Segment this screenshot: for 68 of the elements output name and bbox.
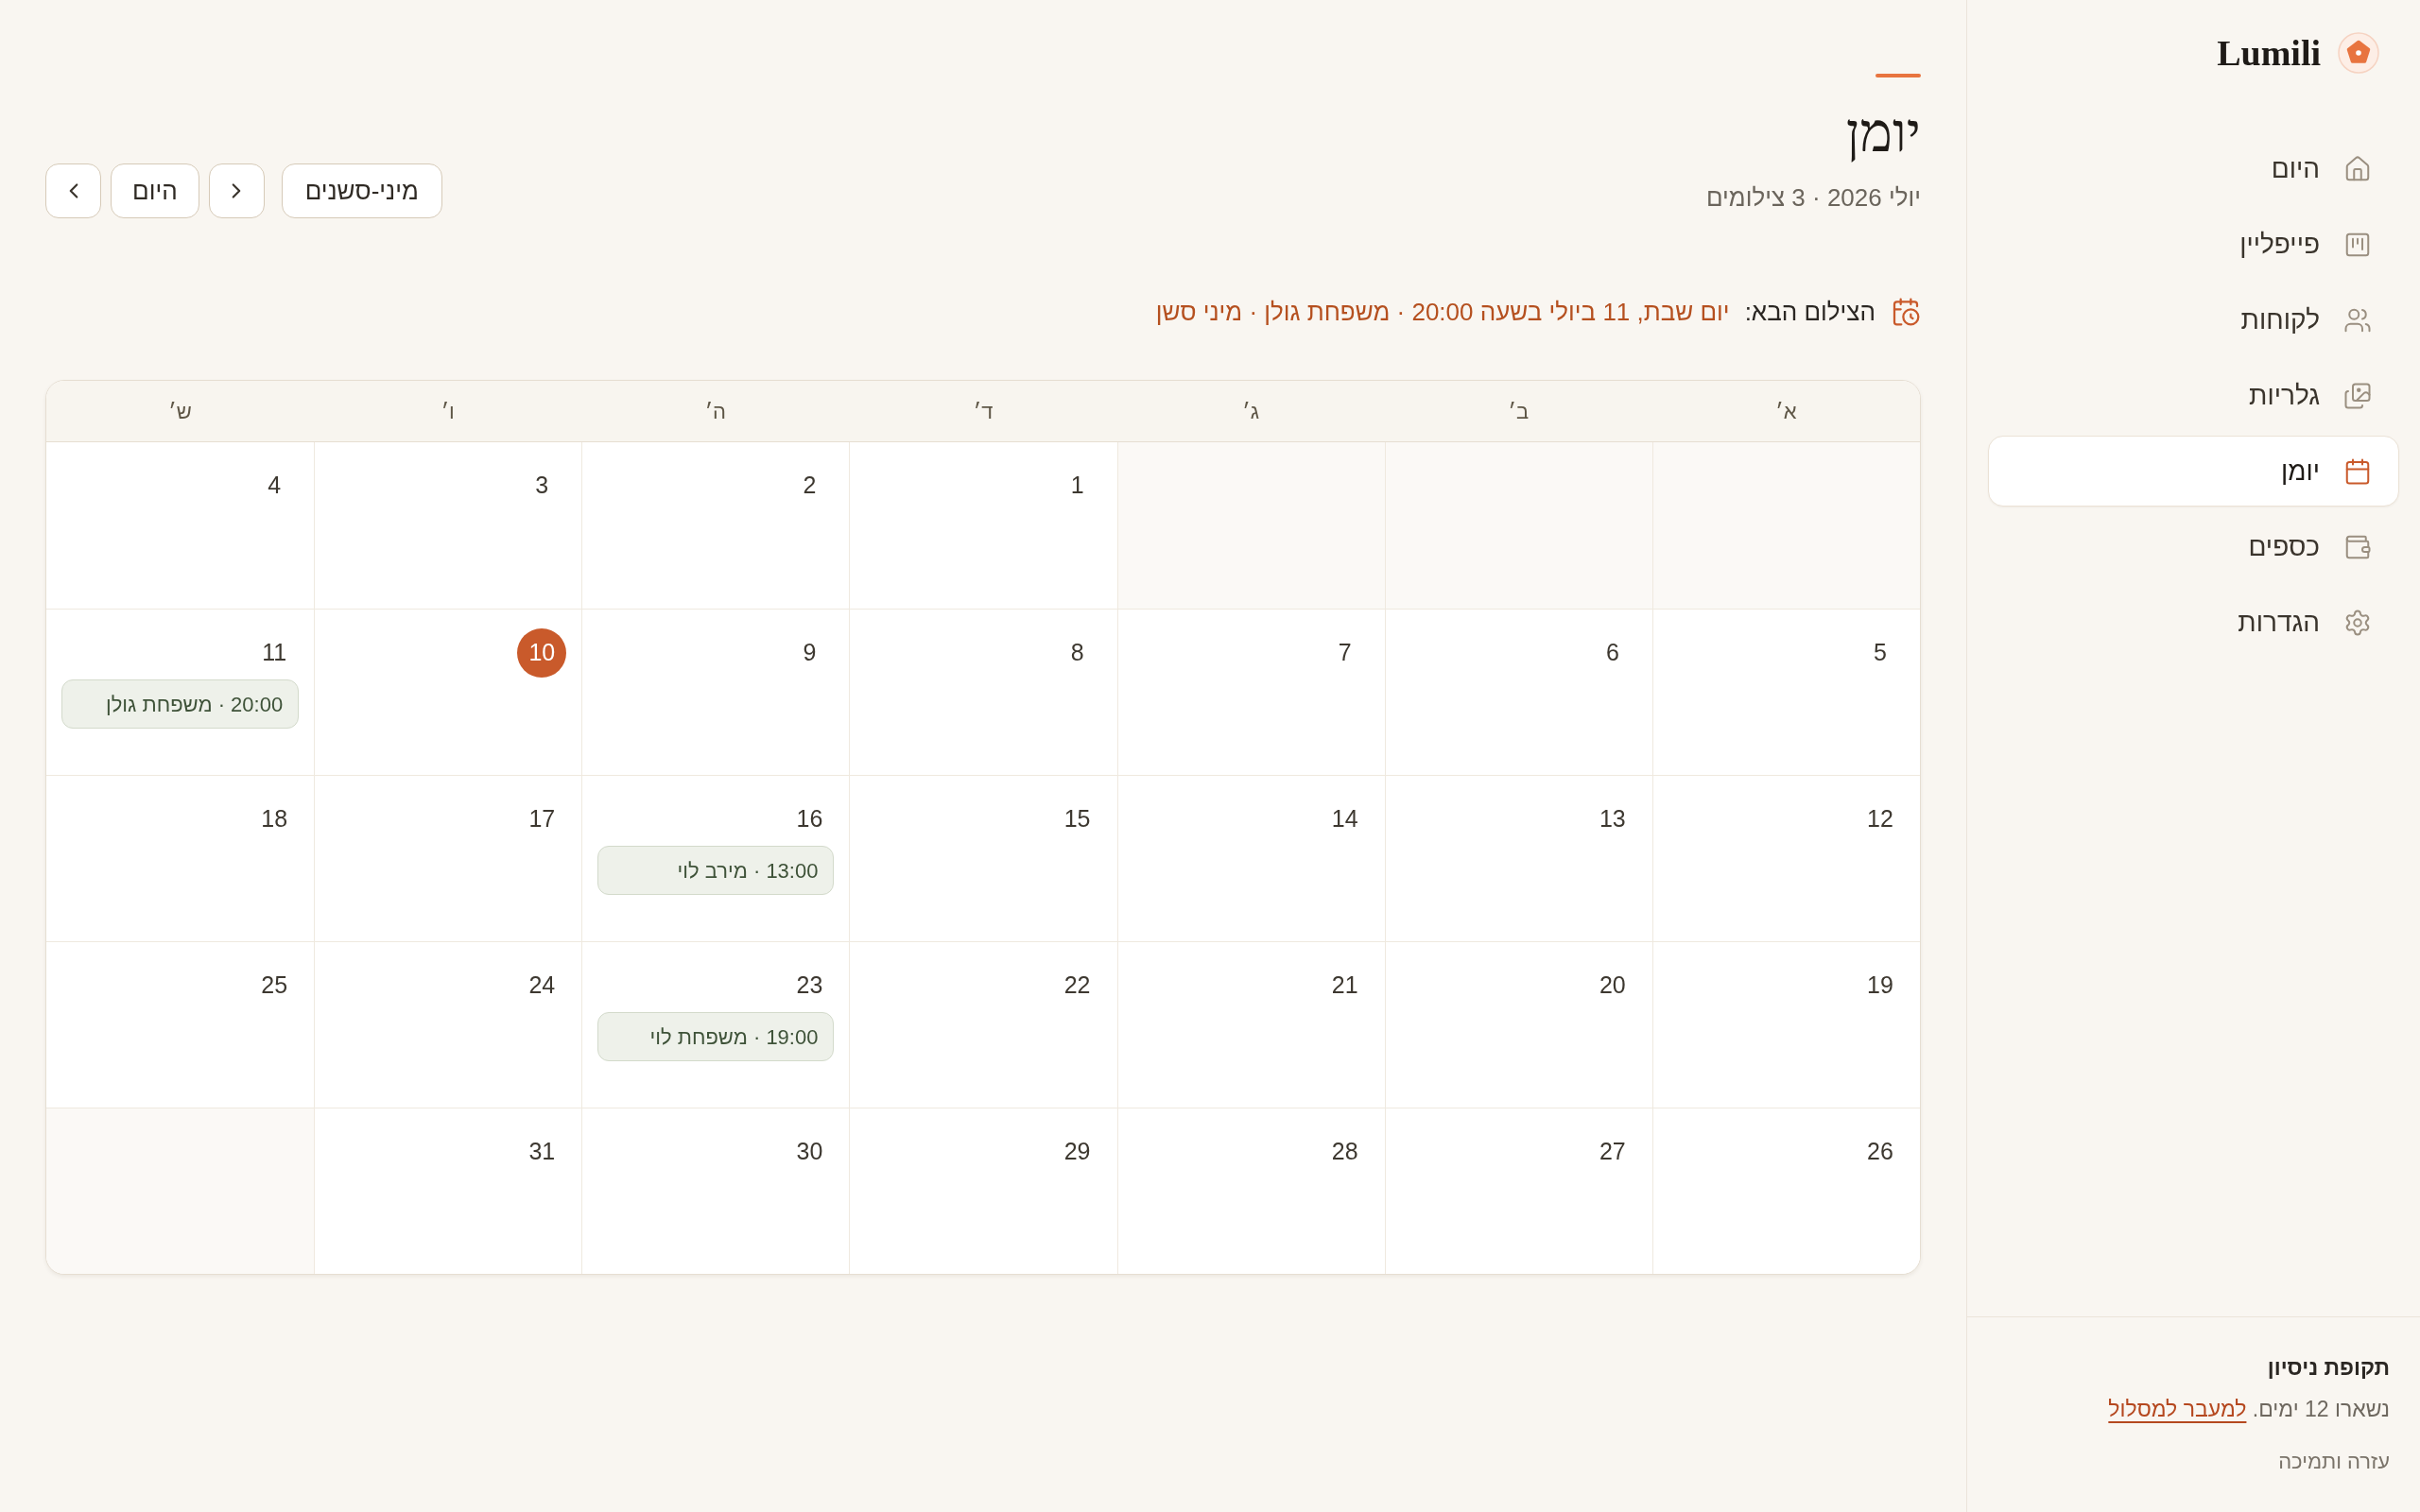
day-number: 17	[528, 804, 556, 834]
day-number: 12	[1867, 804, 1893, 834]
logo-icon	[2338, 32, 2379, 74]
day-number: 20	[1599, 971, 1626, 1001]
weekday-label: ג׳	[1242, 398, 1260, 425]
day-number: 23	[796, 971, 823, 1001]
day-number: 14	[1331, 804, 1358, 834]
day-number: 3	[535, 471, 549, 501]
home-icon	[2343, 154, 2372, 183]
day-number: 28	[1331, 1137, 1358, 1167]
day-number: 4	[268, 471, 282, 501]
next-month-button[interactable]	[45, 163, 101, 218]
day-number: 6	[1605, 638, 1619, 668]
weekday-label: ש׳	[168, 398, 192, 425]
weekday-label: ב׳	[1508, 398, 1530, 425]
day-number: 1	[1070, 471, 1084, 501]
today-button[interactable]: היום	[111, 163, 199, 218]
day-number: 8	[1070, 638, 1084, 668]
trial-title: תקופת ניסיון	[2267, 1354, 2390, 1382]
upgrade-link[interactable]: למעבר למסלול	[2108, 1397, 2247, 1421]
images-icon	[2343, 381, 2372, 410]
day-number: 16	[796, 804, 823, 834]
page-subtitle: יולי 2026 · 3 צילומים	[1705, 182, 1921, 214]
event-chip[interactable]: 13:00 · מירב לוי	[597, 846, 835, 895]
weekday-label: א׳	[1775, 398, 1797, 425]
sidebar-nav-item[interactable]: גלריות	[1988, 360, 2399, 431]
accent-bar	[1876, 74, 1921, 77]
day-number: 25	[261, 971, 288, 1001]
trial-message: נשארו 12 ימים. למעבר למסלול	[2108, 1396, 2390, 1423]
logo-text: Lumili	[2217, 32, 2321, 74]
weekday-label: ד׳	[973, 398, 994, 425]
day-number: 7	[1338, 638, 1352, 668]
next-shoot-details: יום שבת, 11 ביולי בשעה 20:00 · משפחת גולן · מיני סשן	[1155, 297, 1730, 328]
day-number: 9	[803, 638, 817, 668]
day-number: 26	[1867, 1137, 1893, 1167]
event-chip[interactable]: 19:00 · משפחת לוי	[597, 1012, 835, 1061]
day-number: 29	[1063, 1137, 1091, 1167]
filter-button[interactable]: מיני-סשנים	[281, 163, 442, 218]
page-title: יומן	[1845, 101, 1921, 164]
weekday-label: ה׳	[704, 398, 727, 425]
sidebar-nav-item[interactable]: יומן	[1988, 436, 2399, 507]
calendar-icon	[2343, 456, 2372, 486]
next-shoot-label: הצילום הבא:	[1744, 297, 1876, 328]
settings-icon	[2343, 608, 2372, 637]
sidebar-nav-item[interactable]: פייפליין	[1988, 209, 2399, 280]
day-number: 15	[1063, 804, 1091, 834]
day-number: 10	[517, 628, 567, 678]
day-number: 18	[261, 804, 288, 834]
day-number: 11	[262, 638, 287, 668]
day-number: 13	[1599, 804, 1626, 834]
day-number: 24	[528, 971, 556, 1001]
sidebar-nav-item[interactable]: כספים	[1988, 511, 2399, 582]
sidebar-nav-item[interactable]: היום	[1988, 133, 2399, 204]
event-chip[interactable]: 20:00 · משפחת גולן	[61, 679, 300, 729]
day-number: 2	[803, 471, 817, 501]
day-number: 27	[1599, 1137, 1626, 1167]
day-number: 19	[1867, 971, 1893, 1001]
sidebar-nav-item[interactable]: לקוחות	[1988, 284, 2399, 355]
day-number: 31	[528, 1137, 556, 1167]
day-number: 21	[1331, 971, 1358, 1001]
day-number: 22	[1063, 971, 1091, 1001]
calendar-clock-icon	[1891, 297, 1921, 327]
day-number: 5	[1874, 638, 1887, 668]
sidebar-nav-item[interactable]: הגדרות	[1988, 587, 2399, 658]
help-link[interactable]: עזרה ותמיכה	[2278, 1447, 2390, 1477]
day-number: 30	[796, 1137, 823, 1167]
weekday-label: ו׳	[441, 398, 455, 425]
previous-month-button[interactable]	[208, 163, 265, 218]
